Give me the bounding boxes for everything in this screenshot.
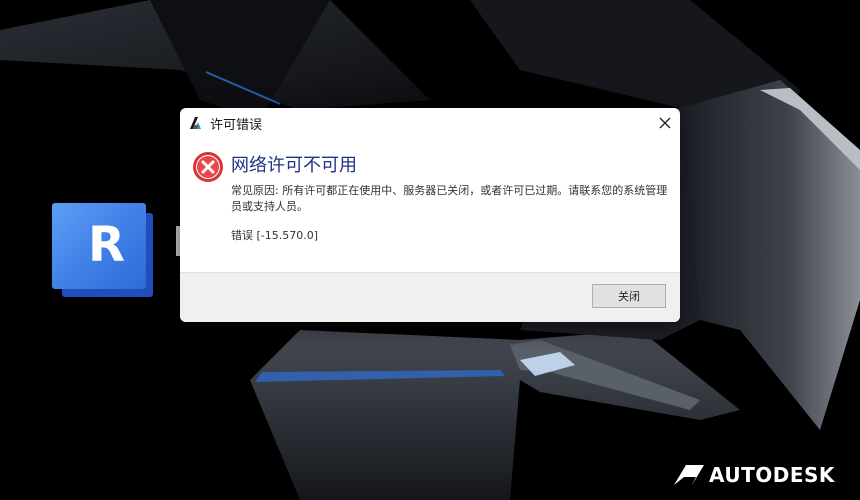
error-message: 常见原因: 所有许可都正在使用中、服务器已关闭，或者许可已过期。请联系您的系统管… bbox=[231, 184, 668, 213]
dialog-title: 许可错误 bbox=[210, 117, 263, 133]
dialog-footer: 关闭 bbox=[180, 272, 680, 322]
license-error-dialog: 许可错误 网络许可不可用 常见原因: 所有许可都正在使用中、服务器已关闭，或者许… bbox=[180, 108, 680, 322]
error-heading: 网络许可不可用 bbox=[231, 155, 357, 176]
brand-wordmark: AUTODESK bbox=[709, 463, 835, 487]
autodesk-a-icon bbox=[188, 115, 204, 131]
error-x-circle-icon bbox=[193, 152, 223, 182]
close-button[interactable]: 关闭 bbox=[592, 284, 666, 308]
app-logo-face: R bbox=[52, 203, 146, 289]
dialog-content: 网络许可不可用 常见原因: 所有许可都正在使用中、服务器已关闭，或者许可已过期。… bbox=[180, 138, 680, 272]
close-icon[interactable] bbox=[650, 108, 680, 138]
autodesk-logo-icon bbox=[674, 465, 704, 485]
dialog-titlebar[interactable]: 许可错误 bbox=[180, 108, 680, 138]
error-code: 错误 [-15.570.0] bbox=[231, 229, 319, 242]
app-logo-letter: R bbox=[88, 217, 125, 273]
revit-app-logo: R bbox=[52, 203, 154, 297]
autodesk-brand: AUTODESK bbox=[674, 463, 835, 487]
